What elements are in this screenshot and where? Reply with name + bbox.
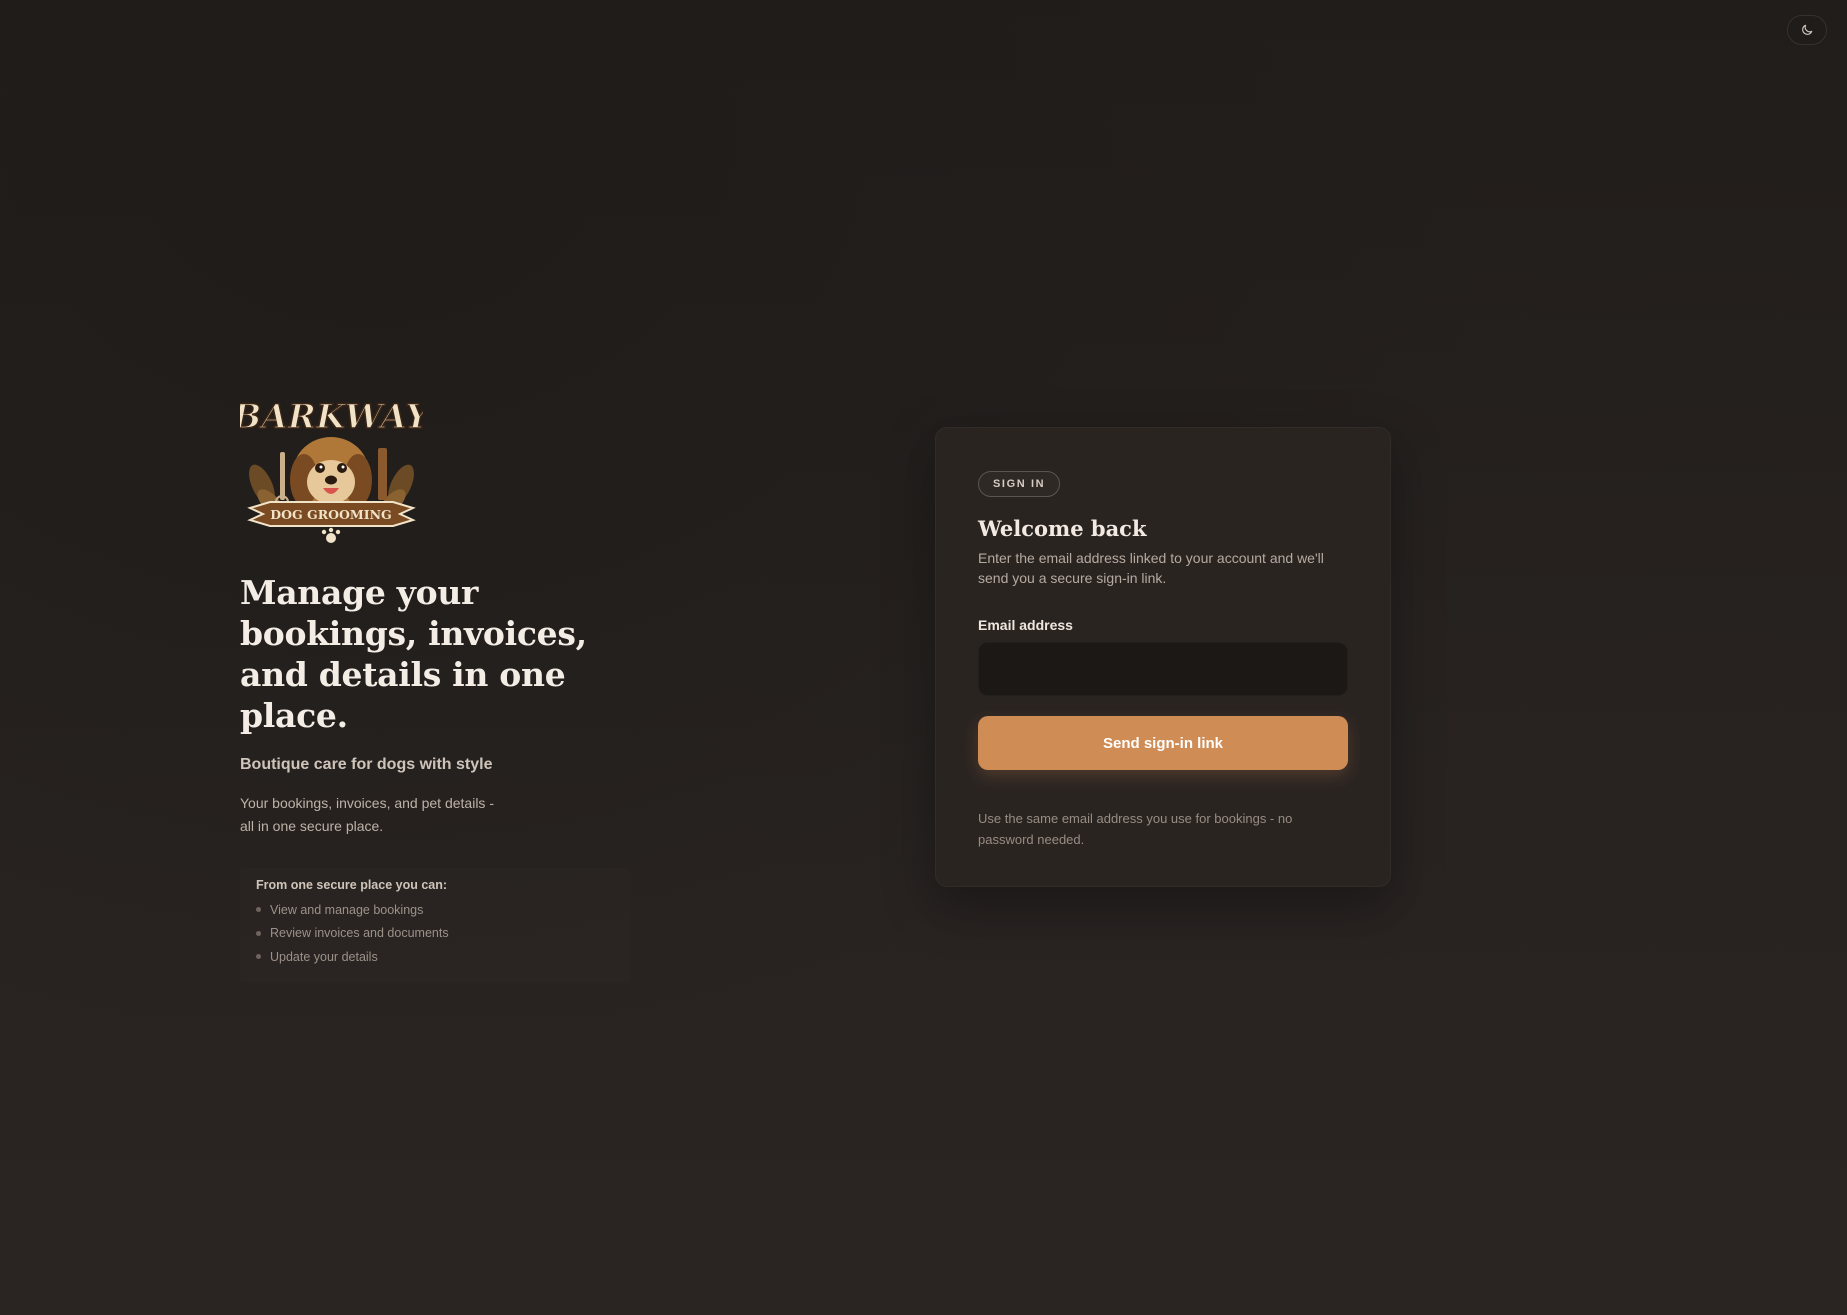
email-label: Email address [978,617,1073,633]
moon-icon [1802,24,1813,35]
list-item: View and manage bookings [256,898,614,922]
hero-section: BARKWAY DOG GROOMING Manage your booking… [240,390,660,983]
hero-tagline: Boutique care for dogs with style [240,756,493,773]
feature-title: From one secure place you can: [256,878,448,892]
feature-box: From one secure place you can: View and … [240,868,630,983]
sign-in-page: BARKWAY DOG GROOMING Manage your booking… [0,0,1847,1315]
sign-in-card: SIGN IN Welcome back Enter the email add… [935,427,1391,887]
theme-toggle-button[interactable] [1787,15,1827,45]
list-item: Review invoices and documents [256,922,614,946]
send-sign-in-link-button[interactable]: Send sign-in link [978,716,1348,770]
card-subtitle: Enter the email address linked to your a… [978,550,1324,586]
feature-label: Review invoices and documents [270,926,449,941]
svg-text:DOG GROOMING: DOG GROOMING [270,507,391,522]
hero-description: Your bookings, invoices, and pet details… [240,795,494,834]
list-item: Update your details [256,945,614,969]
sign-in-badge: SIGN IN [978,471,1061,497]
feature-label: Update your details [270,949,378,964]
bullet-icon [256,954,261,960]
card-note: Use the same email address you use for b… [978,811,1293,847]
feature-label: View and manage bookings [270,902,424,917]
email-field[interactable] [978,642,1348,696]
bullet-icon [256,907,261,913]
brand-logo: BARKWAY DOG GROOMING [240,390,423,550]
bullet-icon [256,930,261,936]
svg-text:BARKWAY: BARKWAY [240,397,423,437]
feature-list: View and manage bookings Review invoices… [256,898,614,969]
card-title: Welcome back [978,516,1147,541]
hero-title: Manage your bookings, invoices, and deta… [240,573,587,735]
